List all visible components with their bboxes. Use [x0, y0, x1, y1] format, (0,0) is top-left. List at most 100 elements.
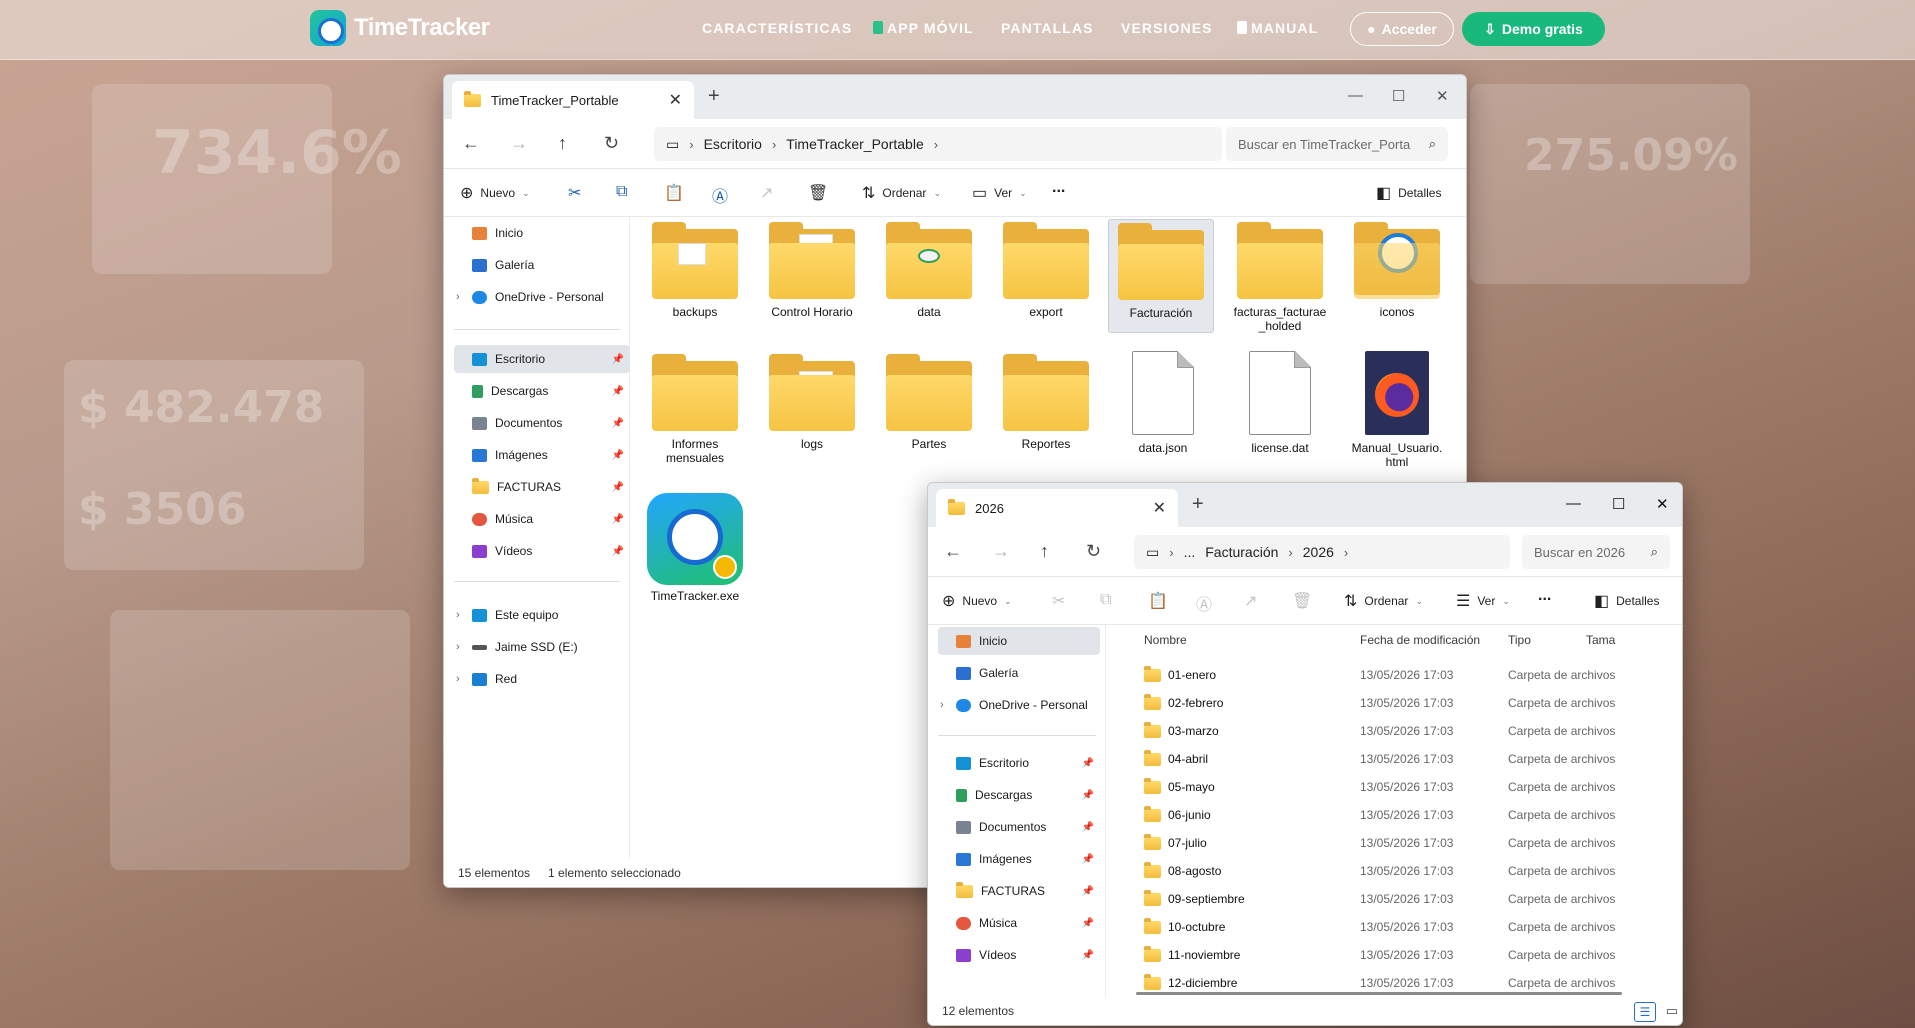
nav-este-equipo[interactable]: › Este equipo	[454, 601, 620, 629]
nav-escritorio[interactable]: Escritorio 📌	[938, 749, 1100, 777]
icon-view-toggle[interactable]: ▭	[1666, 1003, 1678, 1019]
copy-icon[interactable]: ⧉	[1100, 591, 1111, 609]
nav-caracteristicas[interactable]: CARACTERÍSTICAS	[702, 20, 852, 36]
table-row[interactable]: 03-marzo 13/05/2026 17:03 Carpeta de archi…	[1114, 717, 1682, 745]
column-date[interactable]: Fecha de modificación	[1360, 633, 1480, 647]
copy-icon[interactable]: ⧉	[616, 183, 627, 201]
table-row[interactable]: 10-octubre 13/05/2026 17:03 Carpeta de arc…	[1114, 913, 1682, 941]
refresh-icon[interactable]: ↻	[1086, 541, 1101, 562]
file-data-json[interactable]: data.json	[1108, 343, 1218, 463]
folder-facturacion[interactable]: Facturación	[1108, 219, 1214, 333]
brand-logo[interactable]: TimeTracker	[310, 10, 490, 46]
minimize-button[interactable]: —	[1348, 87, 1363, 104]
sort-button[interactable]: ⇅ Ordenar ⌄	[1344, 591, 1423, 611]
login-button[interactable]: ● Acceder	[1350, 12, 1454, 46]
table-row[interactable]: 02-febrero 13/05/2026 17:03 Carpeta de arc…	[1114, 689, 1682, 717]
table-row[interactable]: 01-enero 13/05/2026 17:03 Carpeta de archi…	[1114, 661, 1682, 689]
breadcrumb-2026[interactable]: 2026	[1303, 544, 1334, 560]
nav-musica[interactable]: Música 📌	[454, 505, 630, 533]
close-window-button[interactable]: ✕	[1436, 87, 1449, 105]
share-icon[interactable]: ↗	[1244, 591, 1257, 611]
table-row[interactable]: 11-noviembre 13/05/2026 17:03 Carpeta de a…	[1114, 941, 1682, 969]
nav-pantallas[interactable]: PANTALLAS	[1001, 20, 1094, 36]
new-button[interactable]: ⊕ Nuevo ⌄	[460, 183, 530, 203]
delete-icon[interactable]: 🗑	[1292, 591, 1312, 611]
nav-inicio[interactable]: Inicio	[454, 219, 620, 247]
maximize-button[interactable]: ☐	[1392, 87, 1405, 105]
sort-button[interactable]: ⇅ Ordenar ⌄	[862, 183, 941, 203]
paste-icon[interactable]: 📋	[664, 183, 684, 203]
tab-timetracker-portable[interactable]: TimeTracker_Portable ✕	[452, 81, 694, 119]
folder-backups[interactable]: backups	[640, 219, 750, 329]
table-row[interactable]: 07-julio 13/05/2026 17:03 Carpeta de archi…	[1114, 829, 1682, 857]
breadcrumb-timetracker-portable[interactable]: TimeTracker_Portable	[786, 136, 923, 152]
new-tab-button[interactable]: +	[708, 85, 720, 108]
horizontal-scrollbar[interactable]	[1136, 992, 1622, 995]
forward-arrow-icon[interactable]: →	[510, 133, 528, 154]
nav-musica[interactable]: Música 📌	[938, 909, 1100, 937]
nav-app-movil[interactable]: APP MÓVIL	[873, 20, 974, 36]
table-row[interactable]: 05-mayo 13/05/2026 17:03 Carpeta de archiv…	[1114, 773, 1682, 801]
rename-icon[interactable]: Ⓐ	[1196, 591, 1212, 615]
folder-partes[interactable]: Partes	[874, 351, 984, 463]
nav-inicio[interactable]: Inicio	[938, 627, 1100, 655]
breadcrumb[interactable]: ▭ › Escritorio › TimeTracker_Portable ›	[654, 127, 1222, 161]
up-arrow-icon[interactable]: ↑	[558, 133, 567, 154]
close-tab-icon[interactable]: ✕	[669, 90, 682, 110]
tab-2026[interactable]: 2026 ✕	[936, 489, 1178, 527]
file-timetracker-exe[interactable]: TimeTracker.exe	[640, 493, 750, 611]
nav-documentos[interactable]: Documentos 📌	[938, 813, 1100, 841]
more-options-button[interactable]: ...	[1538, 587, 1551, 605]
paste-icon[interactable]: 📋	[1148, 591, 1168, 611]
chevron-right-icon[interactable]: ›	[456, 673, 460, 685]
nav-jaime-ssd[interactable]: › Jaime SSD (E:)	[454, 633, 620, 661]
nav-descargas[interactable]: Descargas 📌	[454, 377, 630, 405]
folder-reportes[interactable]: Reportes	[991, 351, 1101, 463]
new-button[interactable]: ⊕ Nuevo ⌄	[942, 591, 1012, 611]
folder-export[interactable]: export	[991, 219, 1101, 329]
folder-control-horario[interactable]: Control Horario	[757, 219, 867, 329]
nav-facturas[interactable]: FACTURAS 📌	[938, 877, 1100, 905]
back-arrow-icon[interactable]: ←	[462, 133, 480, 154]
nav-videos[interactable]: Vídeos 📌	[454, 537, 630, 565]
folder-informes-mensuales[interactable]: Informes mensuales	[640, 351, 750, 479]
nav-manual[interactable]: MANUAL	[1237, 20, 1318, 36]
nav-galeria[interactable]: Galería	[454, 251, 620, 279]
back-arrow-icon[interactable]: ←	[944, 541, 962, 562]
nav-red[interactable]: › Red	[454, 665, 620, 693]
chevron-right-icon[interactable]: ›	[456, 609, 460, 621]
maximize-button[interactable]: ☐	[1612, 495, 1625, 513]
nav-onedrive[interactable]: › OneDrive - Personal	[938, 691, 1100, 719]
nav-facturas[interactable]: FACTURAS 📌	[454, 473, 630, 501]
up-arrow-icon[interactable]: ↑	[1040, 541, 1049, 562]
refresh-icon[interactable]: ↻	[604, 133, 619, 154]
minimize-button[interactable]: —	[1566, 495, 1581, 512]
details-button[interactable]: ◧ Detalles	[1594, 591, 1659, 611]
cut-icon[interactable]: ✂	[568, 183, 581, 203]
nav-imagenes[interactable]: Imágenes 📌	[454, 441, 630, 469]
close-window-button[interactable]: ✕	[1656, 495, 1669, 513]
cut-icon[interactable]: ✂	[1052, 591, 1065, 611]
breadcrumb[interactable]: ▭ › ... Facturación › 2026 ›	[1134, 535, 1510, 569]
table-row[interactable]: 09-septiembre 13/05/2026 17:03 Carpeta de …	[1114, 885, 1682, 913]
breadcrumb-more[interactable]: ...	[1184, 544, 1196, 560]
table-row[interactable]: 06-junio 13/05/2026 17:03 Carpeta de archi…	[1114, 801, 1682, 829]
rename-icon[interactable]: Ⓐ	[712, 183, 728, 207]
column-size[interactable]: Tama	[1586, 633, 1615, 647]
list-view-toggle[interactable]: ☰	[1634, 1002, 1656, 1022]
column-name[interactable]: Nombre	[1144, 633, 1187, 647]
view-button[interactable]: ☰ Ver ⌄	[1456, 591, 1510, 611]
nav-descargas[interactable]: Descargas 📌	[938, 781, 1100, 809]
demo-button[interactable]: ⇩ Demo gratis	[1462, 12, 1605, 46]
close-tab-icon[interactable]: ✕	[1153, 498, 1166, 518]
file-license-dat[interactable]: license.dat	[1225, 343, 1335, 463]
new-tab-button[interactable]: +	[1192, 493, 1204, 516]
breadcrumb-escritorio[interactable]: Escritorio	[704, 136, 762, 152]
breadcrumb-facturacion[interactable]: Facturación	[1205, 544, 1278, 560]
folder-logs[interactable]: logs	[757, 351, 867, 463]
file-manual-usuario-html[interactable]: Manual_Usuario. html	[1342, 343, 1452, 477]
nav-documentos[interactable]: Documentos 📌	[454, 409, 630, 437]
forward-arrow-icon[interactable]: →	[992, 541, 1010, 562]
folder-iconos[interactable]: iconos	[1342, 219, 1452, 329]
nav-videos[interactable]: Vídeos 📌	[938, 941, 1100, 969]
